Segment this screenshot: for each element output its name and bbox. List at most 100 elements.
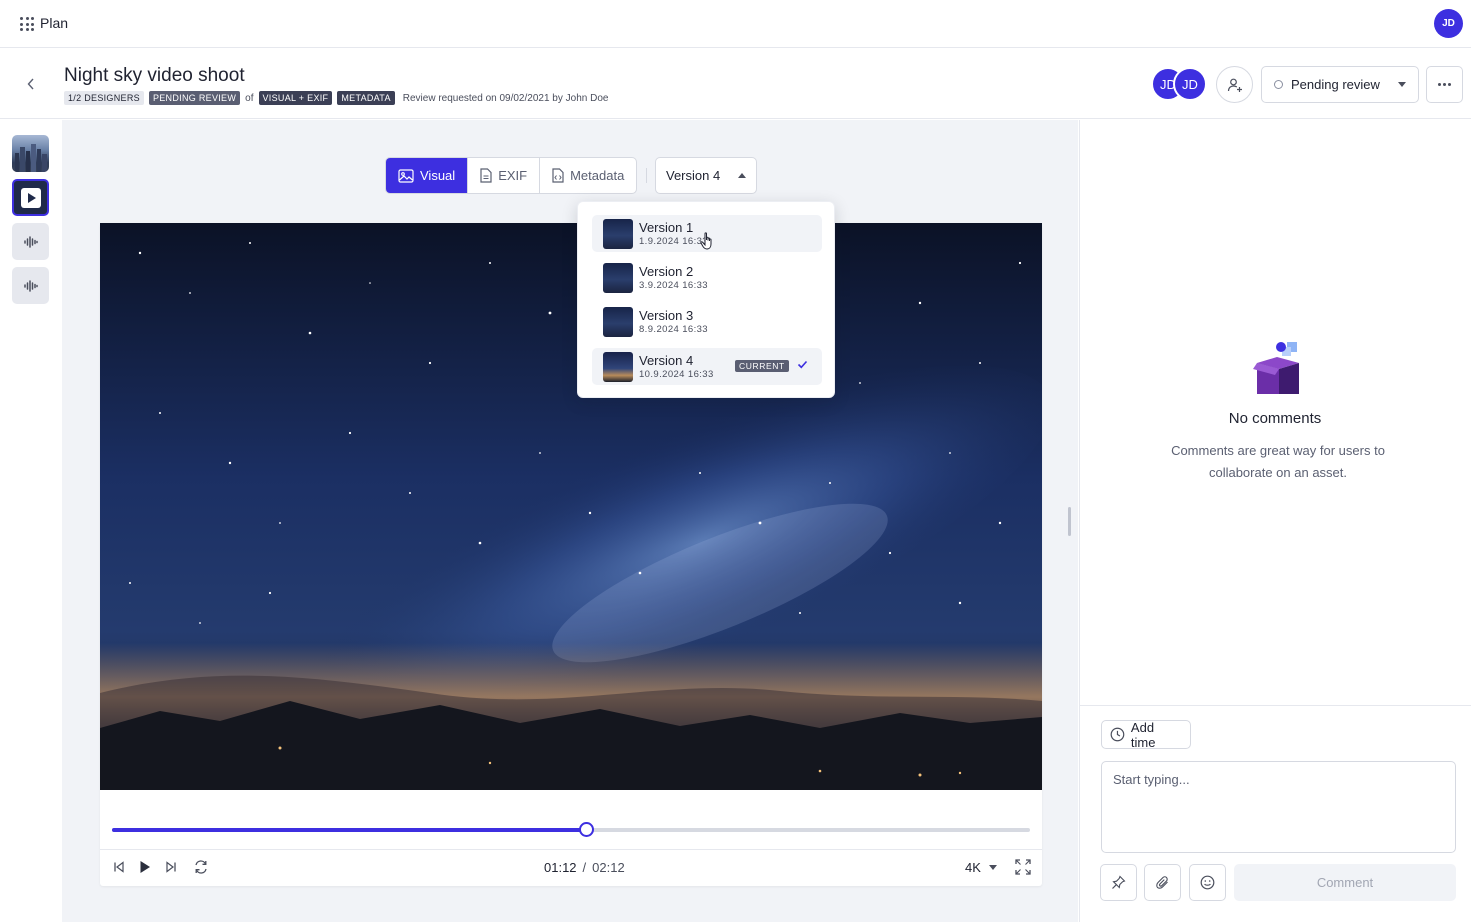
divider (646, 168, 647, 183)
status-dot-icon (1274, 80, 1283, 89)
add-time-label: Add time (1130, 719, 1156, 750)
empty-state-title: No comments (1228, 410, 1322, 427)
back-button[interactable] (22, 75, 40, 93)
status-dropdown[interactable]: Pending review (1261, 66, 1419, 103)
attach-button[interactable] (1144, 864, 1181, 901)
pin-icon (1112, 875, 1126, 889)
audio-wave-icon (23, 279, 38, 292)
tab-metadata-label: Metadata (570, 168, 625, 183)
play-button[interactable] (137, 858, 153, 876)
time-separator: / (582, 860, 587, 875)
add-user-button[interactable] (1216, 66, 1253, 103)
skip-back-button[interactable] (111, 858, 127, 876)
quality-dropdown[interactable]: 4K (965, 860, 997, 875)
asset-thumb-audio[interactable] (12, 267, 49, 304)
asset-meta: 1/2 DESIGNERS PENDING REVIEW of VISUAL +… (64, 91, 608, 105)
version-date: 3.9.2024 16:33 (639, 279, 708, 291)
version-thumbnail (603, 306, 633, 337)
smiley-icon (1200, 875, 1215, 890)
time-readout: 01:12 / 02:12 (544, 860, 625, 875)
version-option-3[interactable]: Version 3 8.9.2024 16:33 (592, 303, 822, 340)
divider (1079, 705, 1471, 706)
asset-thumb-image[interactable] (12, 135, 49, 172)
version-label: Version 4 (639, 352, 694, 368)
emoji-button[interactable] (1189, 864, 1226, 901)
app-grid-icon[interactable] (20, 17, 34, 31)
version-date: 1.9.2024 16:33 (639, 235, 708, 247)
quality-label: 4K (965, 860, 981, 875)
empty-box-icon (1253, 342, 1299, 394)
caret-up-icon (738, 173, 746, 178)
timeline-handle[interactable] (578, 822, 594, 837)
page-title: Night sky video shoot (64, 65, 245, 86)
more-dots-icon (1438, 83, 1441, 86)
user-avatar[interactable]: JD (1434, 9, 1463, 38)
image-icon (398, 168, 414, 183)
version-label: Version 2 (639, 263, 694, 279)
skip-forward-icon (166, 861, 176, 873)
status-label: Pending review (1291, 77, 1380, 92)
version-option-2[interactable]: Version 2 3.9.2024 16:33 (592, 259, 822, 296)
skip-forward-button[interactable] (163, 858, 179, 876)
clock-icon (1110, 727, 1125, 742)
visual-exif-tag: VISUAL + EXIF (258, 91, 333, 105)
hand-cursor-icon (700, 232, 712, 250)
check-icon (797, 360, 808, 369)
night-sky-image (100, 223, 1042, 790)
tab-metadata[interactable]: Metadata (540, 158, 636, 193)
status-tag: PENDING REVIEW (148, 91, 241, 105)
app-name[interactable]: Plan (40, 15, 68, 31)
loop-icon (195, 860, 207, 874)
pin-button[interactable] (1100, 864, 1137, 901)
reviewer-avatars[interactable]: JD JD (1151, 67, 1209, 101)
code-file-icon (552, 168, 564, 183)
version-selected: Version 4 (666, 168, 721, 183)
asset-thumb-video[interactable] (12, 179, 49, 216)
tab-exif[interactable]: EXIF (468, 158, 541, 193)
current-time: 01:12 (544, 860, 577, 875)
version-thumbnail (603, 262, 633, 293)
version-menu: Version 1 1.9.2024 16:33 Version 2 3.9.2… (577, 201, 835, 398)
more-options-button[interactable] (1426, 66, 1463, 103)
tab-visual[interactable]: Visual (386, 158, 469, 193)
comment-input[interactable] (1101, 761, 1456, 853)
audio-wave-icon (23, 235, 38, 248)
tab-exif-label: EXIF (498, 168, 528, 183)
version-thumbnail (603, 218, 633, 249)
play-icon (140, 861, 150, 873)
comment-submit-button[interactable]: Comment (1234, 864, 1456, 901)
play-icon (20, 187, 41, 208)
of-label: of (245, 92, 254, 104)
paperclip-icon (1156, 876, 1168, 889)
asset-thumb-audio[interactable] (12, 223, 49, 260)
version-label: Version 1 (639, 219, 694, 235)
top-bar: Plan JD (0, 0, 1471, 48)
duration: 02:12 (592, 860, 625, 875)
tab-visual-label: Visual (420, 168, 456, 183)
add-time-button[interactable]: Add time (1101, 719, 1191, 750)
divider (100, 849, 1042, 850)
view-tabs: Visual EXIF Metadata (385, 157, 638, 194)
document-icon (480, 168, 492, 183)
empty-state-description: Comments are great way for users to coll… (1171, 443, 1385, 480)
asset-strip (0, 120, 62, 922)
version-label: Version 3 (639, 307, 694, 323)
version-thumbnail (603, 351, 633, 382)
loop-button[interactable] (191, 858, 211, 876)
metadata-tag: METADATA (337, 91, 395, 105)
designers-tag: 1/2 DESIGNERS (64, 91, 144, 105)
current-badge: CURRENT (735, 360, 789, 372)
add-user-icon (1227, 78, 1242, 92)
timeline-slider[interactable] (112, 822, 1030, 837)
version-option-4[interactable]: Version 4 10.9.2024 16:33 CURRENT (592, 348, 822, 385)
panel-resize-handle[interactable] (1068, 507, 1071, 536)
version-dropdown-button[interactable]: Version 4 (655, 157, 757, 194)
avatar[interactable]: JD (1173, 67, 1207, 101)
asset-header: Night sky video shoot 1/2 DESIGNERS PEND… (0, 49, 1471, 119)
skip-back-icon (114, 861, 124, 873)
city-thumbnail-icon (15, 144, 47, 172)
timeline-progress (112, 828, 586, 832)
fullscreen-button[interactable] (1014, 858, 1032, 876)
video-frame[interactable] (100, 223, 1042, 790)
review-request-text: Review requested on 09/02/2021 by John D… (402, 92, 609, 104)
